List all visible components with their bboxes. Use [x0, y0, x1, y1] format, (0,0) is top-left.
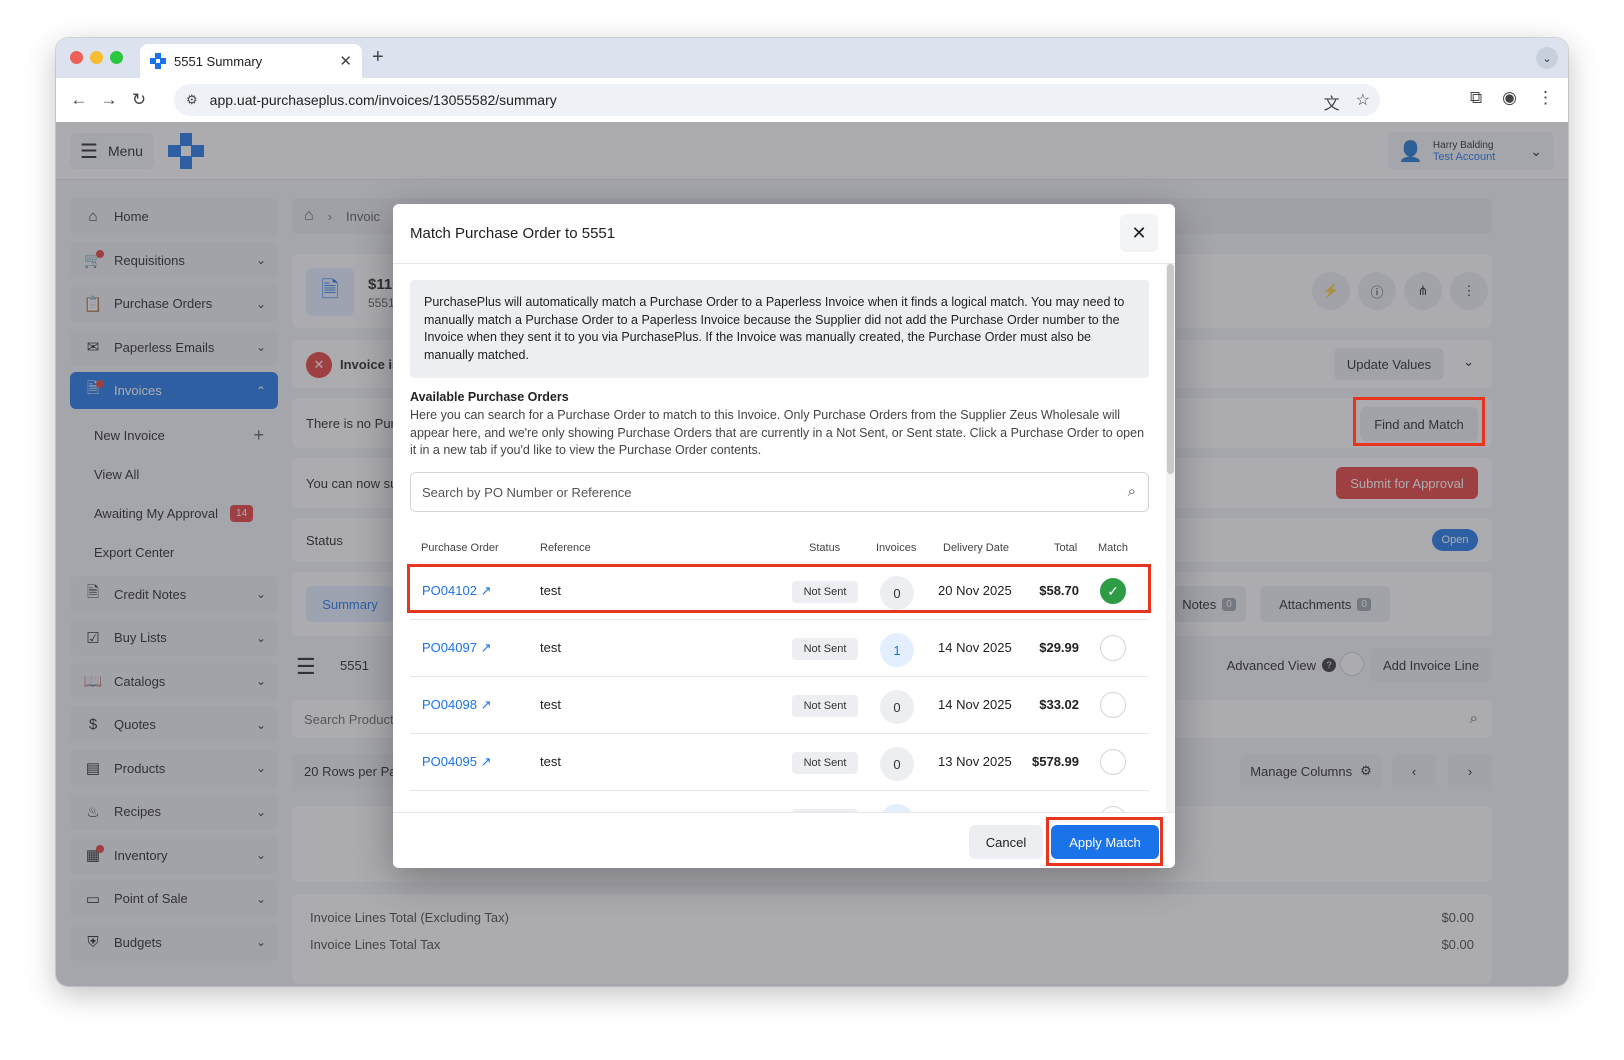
tab-close-icon[interactable]: ✕	[339, 52, 352, 70]
po-search-placeholder: Search by PO Number or Reference	[422, 484, 632, 500]
table-row[interactable]	[410, 792, 1149, 812]
po-number: PO04098	[422, 697, 477, 712]
match-radio-selected[interactable]: ✓	[1100, 578, 1126, 604]
new-tab-icon[interactable]: +	[372, 46, 384, 69]
column-header-po: Purchase Order	[421, 542, 499, 554]
external-link-icon: ↗	[480, 754, 492, 769]
status-badge: Not Sent	[792, 638, 858, 660]
match-radio[interactable]	[1100, 749, 1126, 775]
invoice-count-partial	[880, 804, 914, 812]
reload-icon[interactable]: ↻	[124, 90, 154, 110]
delivery-date: 14 Nov 2025	[938, 697, 1012, 712]
status-badge: Not Sent	[792, 752, 858, 774]
column-header-reference: Reference	[540, 542, 591, 554]
po-reference: test	[540, 697, 561, 712]
po-reference: test	[540, 754, 561, 769]
close-window-button[interactable]	[70, 51, 83, 64]
column-header-invoices: Invoices	[876, 542, 917, 554]
forward-icon[interactable]: →	[94, 90, 124, 110]
invoice-count: 1	[880, 633, 914, 667]
external-link-icon: ↗	[480, 697, 492, 712]
po-link[interactable]: PO04095 ↗	[422, 754, 491, 770]
purchaseplus-favicon-icon	[150, 53, 166, 69]
browser-tab[interactable]: 5551 Summary ✕	[140, 44, 362, 78]
match-po-modal: Match Purchase Order to 5551 ✕ PurchaseP…	[393, 204, 1175, 868]
site-settings-icon[interactable]: ⚙	[186, 92, 198, 108]
browser-tabbar: 5551 Summary ✕ + ⌄	[56, 38, 1568, 78]
back-icon[interactable]: ←	[64, 90, 94, 110]
modal-footer: Cancel Apply Match	[393, 812, 1175, 868]
browser-menu-icon[interactable]: ⋮	[1537, 88, 1554, 108]
po-number: PO04095	[422, 754, 477, 769]
po-total: $29.99	[1039, 640, 1079, 655]
table-row[interactable]: PO04098 ↗ test Not Sent 0 14 Nov 2025 $3…	[410, 678, 1149, 734]
modal-scrollbar[interactable]	[1166, 264, 1175, 812]
external-link-icon: ↗	[480, 583, 492, 598]
table-row[interactable]: PO04102 ↗ test Not Sent 0 20 Nov 2025 $5…	[410, 564, 1149, 620]
browser-toolbar: ← → ↻ ⚙ app.uat-purchaseplus.com/invoice…	[56, 78, 1568, 122]
delivery-date: 13 Nov 2025	[938, 754, 1012, 769]
external-link-icon: ↗	[480, 640, 492, 655]
cancel-button[interactable]: Cancel	[969, 825, 1043, 859]
profile-icon[interactable]: ◉	[1502, 88, 1517, 108]
po-link[interactable]: PO04097 ↗	[422, 640, 491, 656]
po-number: PO04097	[422, 640, 477, 655]
invoice-count: 0	[880, 690, 914, 724]
invoice-count: 0	[880, 747, 914, 781]
apply-match-button[interactable]: Apply Match	[1051, 825, 1159, 859]
info-banner: PurchasePlus will automatically match a …	[410, 280, 1149, 378]
checkmark-icon: ✓	[1107, 582, 1119, 599]
po-link[interactable]: PO04098 ↗	[422, 697, 491, 713]
modal-header: Match Purchase Order to 5551 ✕	[393, 204, 1175, 264]
po-reference: test	[540, 640, 561, 655]
po-total: $33.02	[1039, 697, 1079, 712]
address-bar[interactable]: ⚙ app.uat-purchaseplus.com/invoices/1305…	[174, 84, 1380, 116]
match-radio[interactable]	[1100, 692, 1126, 718]
column-header-match: Match	[1098, 542, 1128, 554]
po-search-input[interactable]: Search by PO Number or Reference ⌕	[410, 472, 1149, 512]
po-number: PO04102	[422, 583, 477, 598]
translate-icon[interactable]: 文	[1324, 90, 1340, 114]
status-badge: Not Sent	[792, 695, 858, 717]
column-header-delivery: Delivery Date	[943, 542, 1010, 554]
tab-list-icon[interactable]: ⌄	[1536, 47, 1558, 69]
delivery-date: 14 Nov 2025	[938, 640, 1012, 655]
modal-title: Match Purchase Order to 5551	[410, 225, 616, 242]
table-row[interactable]: PO04095 ↗ test Not Sent 0 13 Nov 2025 $5…	[410, 735, 1149, 791]
available-description: Here you can search for a Purchase Order…	[410, 408, 1145, 457]
tab-title: 5551 Summary	[174, 53, 263, 69]
close-icon[interactable]: ✕	[1120, 214, 1158, 252]
column-header-total: Total	[1054, 542, 1078, 554]
po-total: $58.70	[1039, 583, 1079, 598]
po-link[interactable]: PO04102 ↗	[422, 583, 491, 599]
modal-body: PurchasePlus will automatically match a …	[393, 264, 1175, 812]
delivery-date: 20 Nov 2025	[938, 583, 1012, 598]
match-radio[interactable]	[1100, 635, 1126, 661]
po-reference: test	[540, 583, 561, 598]
scroll-thumb[interactable]	[1167, 264, 1174, 474]
status-badge: Not Sent	[792, 581, 858, 603]
search-icon: ⌕	[1127, 483, 1136, 500]
available-title: Available Purchase Orders	[410, 390, 569, 404]
extensions-icon[interactable]: ⧉	[1470, 88, 1482, 108]
column-header-status: Status	[809, 542, 841, 554]
url-text: app.uat-purchaseplus.com/invoices/130555…	[209, 92, 557, 108]
zoom-window-button[interactable]	[110, 51, 123, 64]
bookmark-star-icon[interactable]: ☆	[1356, 90, 1370, 114]
minimize-window-button[interactable]	[90, 51, 103, 64]
invoice-count: 0	[880, 576, 914, 610]
table-row[interactable]: PO04097 ↗ test Not Sent 1 14 Nov 2025 $2…	[410, 621, 1149, 677]
po-total: $578.99	[1032, 754, 1079, 769]
